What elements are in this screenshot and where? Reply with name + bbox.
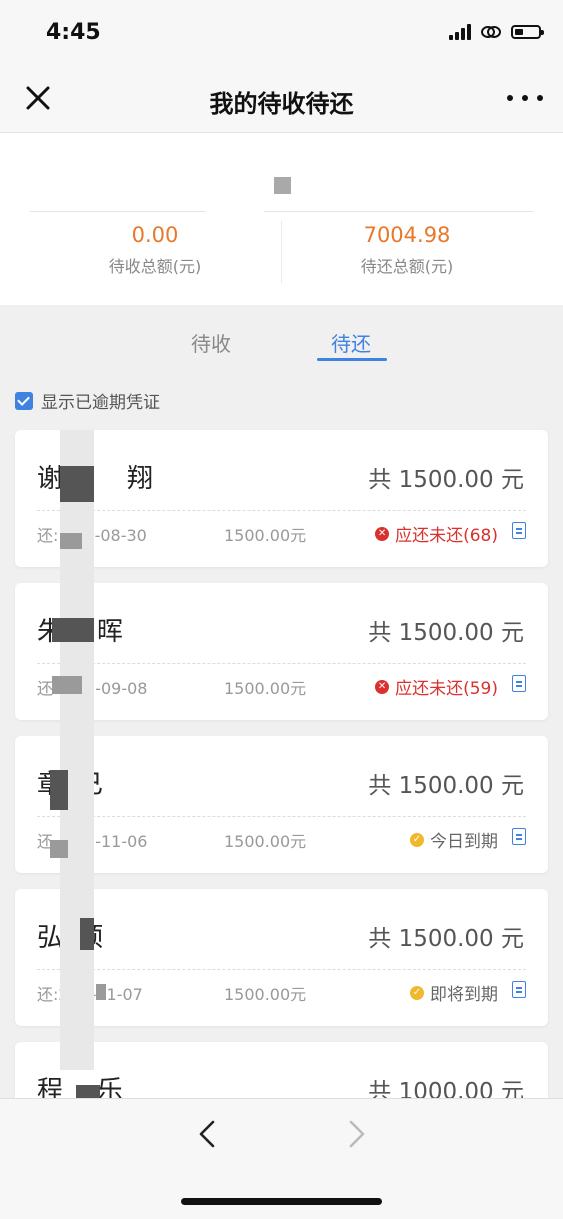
- divider: [37, 969, 526, 970]
- back-icon[interactable]: [196, 1119, 220, 1149]
- divider: [264, 211, 533, 212]
- card-total: 共 1500.00 元: [368, 926, 524, 952]
- document-icon[interactable]: [512, 522, 526, 539]
- receivable-label: 待收总额(元): [108, 257, 202, 276]
- home-indicator: [181, 1198, 382, 1205]
- show-overdue-toggle[interactable]: 显示已逾期凭证: [15, 388, 160, 413]
- document-icon[interactable]: [512, 828, 526, 845]
- tab-receivable[interactable]: 待收: [191, 328, 231, 357]
- card-total: 共 1500.00 元: [368, 467, 524, 493]
- cellular-signal-icon: [449, 24, 471, 40]
- payable-summary: 7004.98 待还总额(元): [282, 223, 532, 277]
- repayment-card[interactable]: 谢翔 共 1500.00 元 还: 8-08-30 1500.00元 ✕ 应还未还…: [15, 430, 548, 567]
- error-icon: ✕: [375, 526, 390, 541]
- card-amount: 1500.00元: [224, 679, 307, 698]
- repayment-card[interactable]: 弘顶 共 1500.00 元 还:2-11-07 1500.00元 ✓ 即将到期: [15, 889, 548, 1026]
- divider: [37, 663, 526, 664]
- borrower-name: 谢翔: [37, 464, 154, 494]
- status-badge: ✕ 应还未还(68): [375, 521, 498, 546]
- show-overdue-label: 显示已逾期凭证: [41, 393, 160, 413]
- card-amount: 1500.00元: [224, 526, 307, 545]
- link-icon: [481, 26, 501, 38]
- checkbox-checked-icon[interactable]: [15, 391, 33, 410]
- card-total: 共 1500.00 元: [368, 620, 524, 646]
- receivable-summary: 0.00 待收总额(元): [30, 223, 280, 277]
- forward-icon[interactable]: [344, 1119, 368, 1149]
- receivable-total: 0.00: [131, 223, 179, 247]
- page-title: 我的待收待还: [209, 90, 354, 118]
- summary-panel: 0.00 待收总额(元) 7004.98 待还总额(元): [0, 133, 563, 305]
- nav-bar: 我的待收待还: [0, 66, 563, 133]
- battery-icon: [511, 25, 544, 39]
- repayment-card[interactable]: 章已 共 1500.00 元 还8-11-06 1500.00元 ✓ 今日到期: [15, 736, 548, 873]
- divider: [30, 211, 206, 212]
- payable-label: 待还总额(元): [360, 257, 454, 276]
- status-badge: ✓ 今日到期: [410, 827, 498, 852]
- tab-bar: 待收 待还: [0, 318, 563, 368]
- card-amount: 1500.00元: [224, 832, 307, 851]
- status-badge: ✓ 即将到期: [410, 980, 498, 1005]
- divider: [37, 816, 526, 817]
- tab-payable[interactable]: 待还: [331, 328, 371, 357]
- bottom-toolbar: [0, 1098, 563, 1219]
- document-icon[interactable]: [512, 981, 526, 998]
- document-icon[interactable]: [512, 675, 526, 692]
- card-total: 共 1500.00 元: [368, 773, 524, 799]
- status-icons: [449, 24, 544, 40]
- more-icon[interactable]: [507, 86, 543, 110]
- avatar: [274, 177, 291, 194]
- check-circle-icon: ✓: [410, 832, 424, 847]
- divider: [37, 510, 526, 511]
- check-circle-icon: ✓: [410, 985, 424, 1000]
- status-bar: 4:45: [0, 0, 563, 66]
- error-icon: ✕: [375, 679, 390, 694]
- tab-underline: [317, 358, 387, 361]
- card-amount: 1500.00元: [224, 985, 307, 1004]
- status-badge: ✕ 应还未还(59): [375, 674, 498, 699]
- status-time: 4:45: [46, 20, 101, 45]
- repayment-card[interactable]: 朱晖 共 1500.00 元 还 8-09-08 1500.00元 ✕ 应还未还(…: [15, 583, 548, 720]
- payable-total: 7004.98: [363, 223, 451, 247]
